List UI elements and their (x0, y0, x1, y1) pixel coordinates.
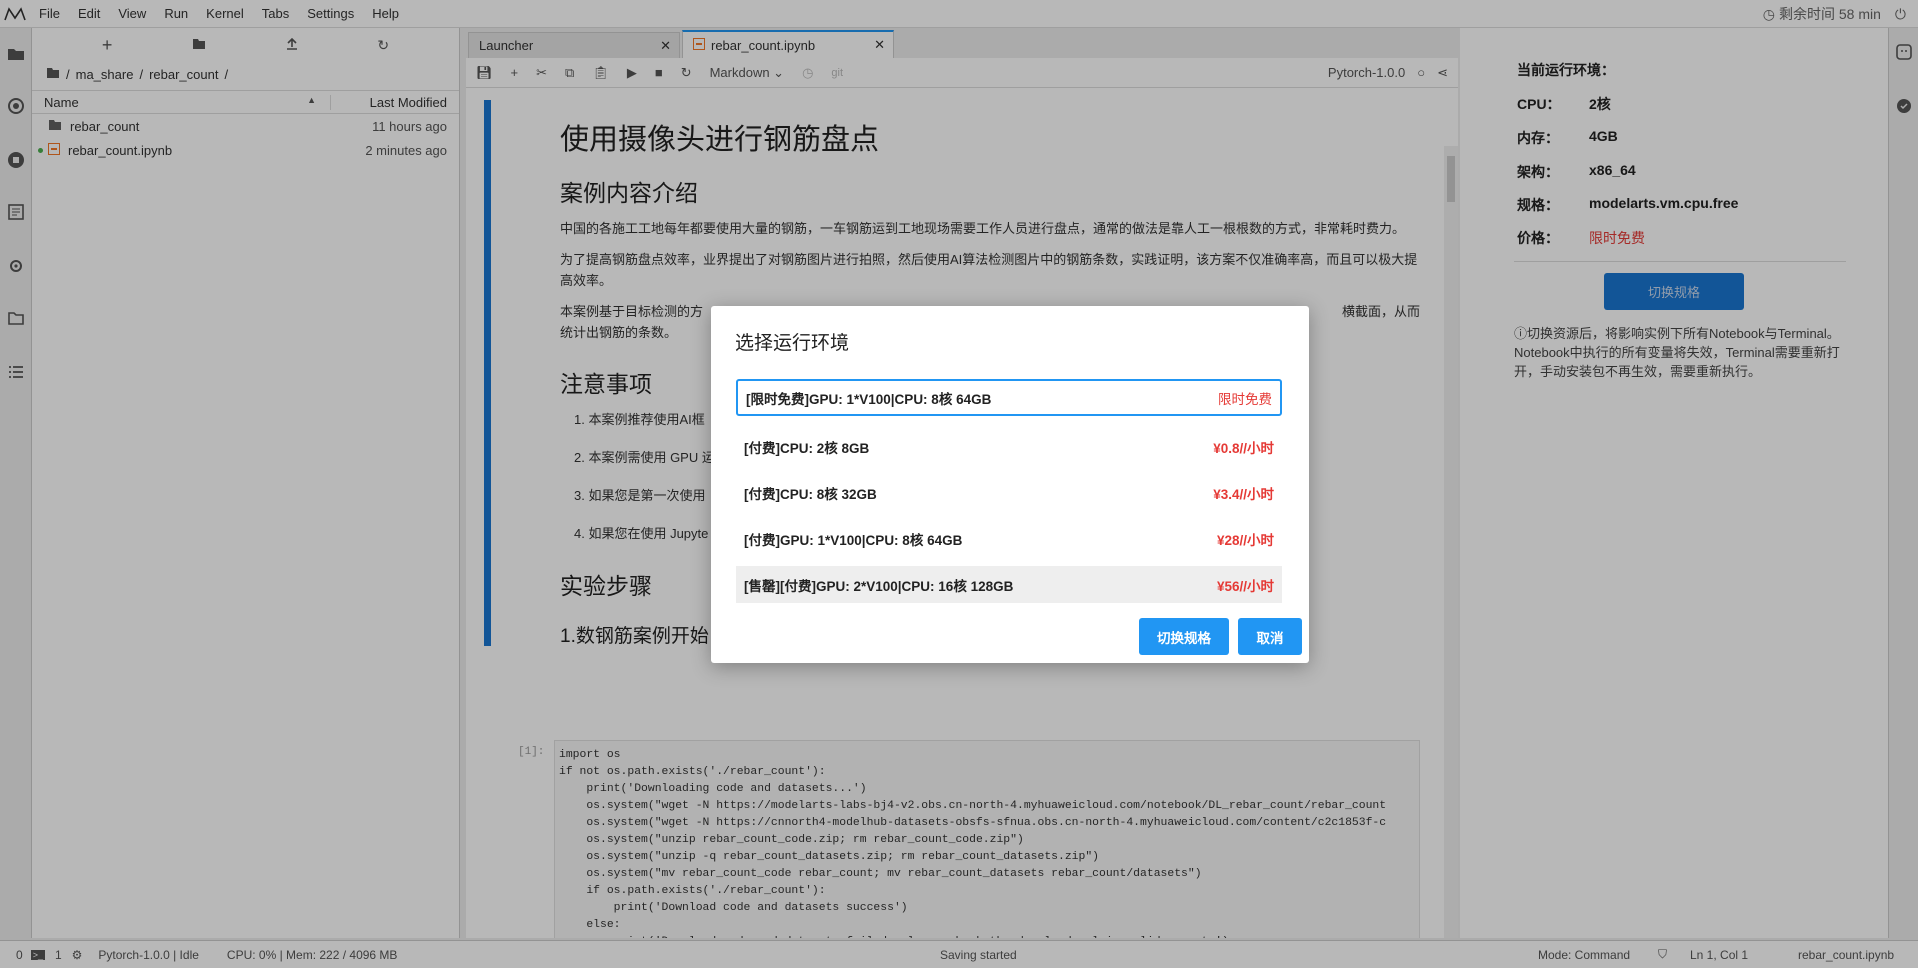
cancel-button[interactable]: 取消 (1238, 618, 1302, 655)
env-option-label: [付费]CPU: 8核 32GB (744, 486, 877, 502)
confirm-switch-button[interactable]: 切换规格 (1139, 618, 1229, 655)
env-option[interactable]: [付费]CPU: 2核 8GB ¥0.8//小时 (736, 428, 1282, 465)
env-option-label: [付费]GPU: 1*V100|CPU: 8核 64GB (744, 532, 963, 548)
env-option-label: [限时免费]GPU: 1*V100|CPU: 8核 64GB (746, 391, 992, 407)
env-option-price: 限时免费 (1218, 391, 1272, 407)
env-option[interactable]: [付费]GPU: 1*V100|CPU: 8核 64GB ¥28//小时 (736, 520, 1282, 557)
env-option-price: ¥56//小时 (1216, 578, 1274, 594)
env-option-price: ¥28//小时 (1216, 532, 1274, 548)
env-option-sold-out[interactable]: [售罄][付费]GPU: 2*V100|CPU: 16核 128GB ¥56//… (736, 566, 1282, 603)
env-option-price: ¥3.4//小时 (1213, 486, 1274, 502)
env-option[interactable]: [付费]CPU: 8核 32GB ¥3.4//小时 (736, 474, 1282, 511)
env-option-price: ¥0.8//小时 (1213, 440, 1274, 456)
env-option-label: [付费]CPU: 2核 8GB (744, 440, 870, 456)
select-environment-dialog: 选择运行环境 [限时免费]GPU: 1*V100|CPU: 8核 64GB 限时… (711, 306, 1309, 663)
env-option-label: [售罄][付费]GPU: 2*V100|CPU: 16核 128GB (744, 578, 1014, 594)
env-option[interactable]: [限时免费]GPU: 1*V100|CPU: 8核 64GB 限时免费 (736, 379, 1282, 416)
dialog-title: 选择运行环境 (735, 333, 850, 354)
